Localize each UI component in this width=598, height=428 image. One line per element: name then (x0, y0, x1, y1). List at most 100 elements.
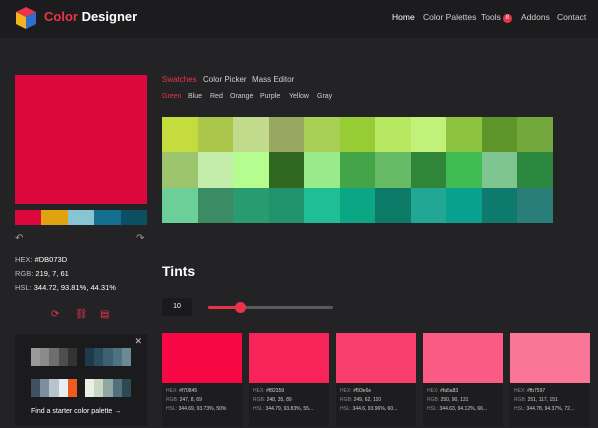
swatch-cell[interactable] (162, 117, 198, 153)
swatch-cell[interactable] (304, 117, 340, 153)
swatch-cell[interactable] (446, 187, 482, 223)
subtab-red[interactable]: Red (210, 93, 223, 100)
document-icon[interactable]: ▤ (100, 309, 109, 320)
tint-hsl-row: HSL: 344.63, 94.12%, 66... (427, 405, 503, 414)
swatch-cell[interactable] (517, 187, 553, 223)
tint-steps-input[interactable]: 10 (162, 298, 192, 316)
swatch-cell[interactable] (304, 152, 340, 188)
subtab-gray[interactable]: Gray (317, 93, 332, 100)
swatch-cell[interactable] (304, 187, 340, 223)
swatch-cell[interactable] (197, 187, 234, 223)
swatch-cell[interactable] (481, 152, 518, 188)
tab-color-picker[interactable]: Color Picker (203, 75, 247, 84)
redo-icon[interactable]: ↷ (136, 233, 144, 244)
tint-hsl: 344.78, 94.37%, 72... (526, 406, 575, 412)
starter-4-color-5 (121, 379, 132, 397)
swatch-cell[interactable] (446, 117, 482, 153)
swatch-cell[interactable] (197, 152, 234, 188)
swatch-cell[interactable] (339, 187, 376, 223)
palette-color-1[interactable] (15, 210, 42, 225)
tint-card[interactable]: HEX: #fb7597 RGB: 251, 117, 151 HSL: 344… (510, 333, 590, 427)
starter-palette-3[interactable] (31, 379, 78, 397)
cube-logo-icon[interactable] (14, 6, 38, 30)
swatch-cell[interactable] (410, 152, 447, 188)
subtab-purple[interactable]: Purple (260, 93, 280, 100)
nav-contact[interactable]: Contact (557, 12, 586, 22)
swatch-cell[interactable] (446, 152, 482, 188)
swatch-cell[interactable] (410, 187, 447, 223)
refresh-icon[interactable]: ⟳ (51, 309, 59, 320)
tint-rgb: 248, 35, 89 (266, 397, 292, 403)
tools-badge: 8 (502, 14, 512, 23)
swatch-cell[interactable] (268, 117, 305, 153)
tint-slider-thumb[interactable] (235, 302, 246, 313)
undo-icon[interactable]: ↶ (15, 233, 23, 244)
swatch-cell[interactable] (375, 152, 411, 188)
swatch-cell[interactable] (268, 187, 305, 223)
palette-color-2[interactable] (41, 210, 68, 225)
swatch-cell[interactable] (481, 117, 518, 153)
tint-meta: HEX: #f93e6e RGB: 249, 62, 110 HSL: 344.… (336, 383, 416, 427)
swatch-cell[interactable] (233, 117, 269, 153)
tint-hsl-row: HSL: 344.78, 94.37%, 72... (514, 405, 590, 414)
tint-card[interactable]: HEX: #f93e6e RGB: 249, 62, 110 HSL: 344.… (336, 333, 416, 427)
palette-color-3[interactable] (67, 210, 95, 225)
subtab-blue[interactable]: Blue (188, 93, 202, 100)
tint-card[interactable]: HEX: #f70845 RGB: 247, 8, 69 HSL: 344.69… (162, 333, 242, 427)
starter-palette-4[interactable] (85, 379, 132, 397)
tint-card[interactable]: HEX: #fa5a83 RGB: 250, 90, 131 HSL: 344.… (423, 333, 503, 427)
brand-name[interactable]: Color Designer (44, 9, 137, 24)
starter-palette-card[interactable]: ✕ Find a starter color palette → (15, 334, 147, 426)
swatch-cell[interactable] (410, 117, 447, 153)
tint-chip[interactable] (423, 333, 503, 383)
nav-addons[interactable]: Addons (521, 12, 550, 22)
starter-3-color-2 (40, 379, 50, 397)
swatch-cell[interactable] (197, 117, 234, 153)
swatch-cell[interactable] (481, 187, 518, 223)
tint-hsl-label: HSL: (427, 406, 439, 412)
tint-hex-label: HEX: (427, 388, 439, 394)
palette-color-4[interactable] (94, 210, 121, 225)
tint-chip[interactable] (336, 333, 416, 383)
rgb-value[interactable]: 219, 7, 61 (35, 269, 68, 278)
swatch-cell[interactable] (517, 117, 553, 153)
hex-value[interactable]: #DB073D (35, 255, 68, 264)
swatch-cell[interactable] (339, 152, 376, 188)
swatch-cell[interactable] (339, 117, 376, 153)
swatch-cell[interactable] (375, 187, 411, 223)
starter-2-color-5 (121, 348, 132, 366)
subtab-green[interactable]: Green (162, 93, 181, 100)
tint-rgb-label: RGB: (340, 397, 353, 403)
hsl-value[interactable]: 344.72, 93.81%, 44.31% (34, 283, 116, 292)
starter-palette-1[interactable] (31, 348, 78, 366)
tab-mass-editor[interactable]: Mass Editor (252, 75, 294, 84)
swatch-cell[interactable] (517, 152, 553, 188)
swatch-cell[interactable] (233, 187, 269, 223)
tint-rgb-label: RGB: (514, 397, 527, 403)
swatch-cell[interactable] (162, 187, 198, 223)
selected-color-swatch[interactable] (15, 75, 147, 204)
swatch-cell[interactable] (268, 152, 305, 188)
tint-chip[interactable] (249, 333, 329, 383)
starter-palette-2[interactable] (85, 348, 132, 366)
palette-color-5[interactable] (120, 210, 148, 225)
tint-card[interactable]: HEX: #f82359 RGB: 248, 35, 89 HSL: 344.7… (249, 333, 329, 427)
hsl-info: HSL: 344.72, 93.81%, 44.31% (15, 283, 116, 292)
swatch-cell[interactable] (162, 152, 198, 188)
nav-home[interactable]: Home (392, 12, 415, 22)
tint-chip[interactable] (510, 333, 590, 383)
swatch-cell[interactable] (375, 117, 411, 153)
tab-swatches[interactable]: Swatches (162, 75, 197, 84)
tint-chip[interactable] (162, 333, 242, 383)
nav-tools[interactable]: Tools 8 (481, 12, 512, 23)
swatch-cell[interactable] (233, 152, 269, 188)
subtab-yellow[interactable]: Yellow (289, 93, 309, 100)
starter-1-color-1 (31, 348, 41, 366)
find-starter-palette-link[interactable]: Find a starter color palette → (31, 408, 121, 415)
close-icon[interactable]: ✕ (134, 336, 142, 347)
link-icon[interactable]: ⛓ (75, 309, 88, 320)
subtab-orange[interactable]: Orange (230, 93, 253, 100)
nav-color-palettes[interactable]: Color Palettes (423, 12, 476, 22)
starter-4-color-4 (112, 379, 122, 397)
hsl-label: HSL: (15, 283, 34, 292)
